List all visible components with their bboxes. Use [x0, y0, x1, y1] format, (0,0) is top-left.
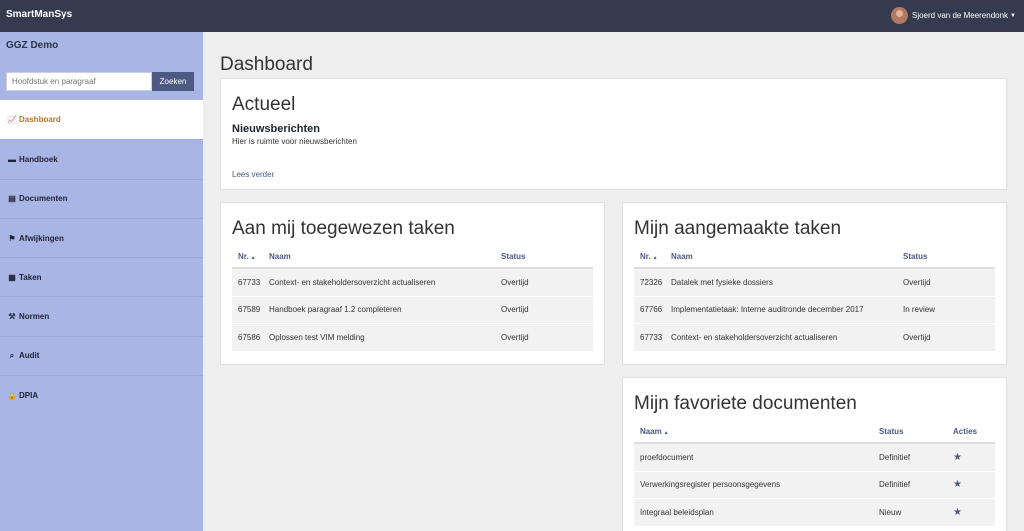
sidebar-item-dpia[interactable]: 🔒 DPIA — [0, 375, 203, 414]
favorite-documents-title: Mijn favoriete documenten — [634, 393, 857, 414]
sidebar-item-normen[interactable]: ⚒ Normen — [0, 296, 203, 335]
flag-icon: ⚑ — [8, 233, 16, 243]
sort-asc-icon: ▲ — [652, 254, 658, 261]
calendar-icon: ▦ — [8, 272, 16, 282]
actueel-title: Actueel — [232, 94, 296, 115]
sidebar-item-label: Taken — [19, 272, 42, 282]
created-tasks-card: Mijn aangemaakte taken Nr. ▲ Naam Status … — [622, 202, 1007, 365]
favorite-documents-card: Mijn favoriete documenten Naam ▲ Status A… — [622, 377, 1007, 531]
news-text: Hier is ruimte voor nieuwsberichten — [232, 137, 357, 146]
table-row[interactable]: 72326 Datalek met fysieke dossiers Overt… — [634, 269, 995, 297]
main-content: Dashboard Actueel Nieuwsberichten Hier i… — [203, 32, 1024, 531]
sidebar-item-label: Normen — [19, 312, 50, 322]
sidebar-item-label: Handboek — [19, 154, 58, 164]
search-icon: ⌕ — [9, 350, 15, 360]
column-header-naam[interactable]: Naam ▲ — [634, 427, 875, 436]
chart-line-icon: 📈 — [7, 115, 17, 125]
assigned-tasks-card: Aan mij toegewezen taken Nr. ▲ Naam Statu… — [220, 202, 605, 365]
sidebar-item-audit[interactable]: ⌕ Audit — [0, 335, 203, 375]
assigned-tasks-title: Aan mij toegewezen taken — [232, 218, 455, 239]
created-tasks-title: Mijn aangemaakte taken — [634, 218, 842, 239]
sidebar-item-afwijkingen[interactable]: ⚑ Afwijkingen — [0, 217, 203, 257]
sort-asc-icon: ▲ — [250, 254, 256, 261]
brand-logo[interactable]: SmartManSys — [6, 9, 72, 20]
column-header-status[interactable]: Status — [899, 252, 995, 261]
table-row[interactable]: 67589 Handboek paragraaf 1.2 completeren… — [232, 296, 593, 324]
sidebar-item-taken[interactable]: ▦ Taken — [0, 257, 203, 296]
document-icon: ▤ — [8, 194, 16, 204]
hammer-icon: ⚒ — [8, 312, 16, 322]
star-icon[interactable]: ★ — [953, 452, 962, 463]
user-name: Sjoerd van de Meerendonk — [911, 11, 1009, 20]
sidebar: GGZ Demo Zoeken 📈 Dashboard ▬ Handboek ▤… — [0, 32, 203, 531]
table-header: Naam ▲ Status Acties — [634, 420, 995, 444]
column-header-status[interactable]: Status — [497, 252, 593, 261]
assigned-tasks-table: Nr. ▲ Naam Status 67733 Context- en stake… — [232, 245, 593, 352]
search-button[interactable]: Zoeken — [152, 72, 194, 91]
page-title: Dashboard — [220, 54, 313, 75]
star-icon[interactable]: ★ — [953, 507, 962, 518]
table-row[interactable]: Integraal beleidsplan Nieuw ★ — [634, 499, 995, 527]
column-header-status[interactable]: Status — [875, 427, 947, 436]
column-header-acties: Acties — [953, 426, 978, 436]
avatar — [890, 7, 908, 24]
sidebar-item-documenten[interactable]: ▤ Documenten — [0, 178, 203, 218]
table-header: Nr. ▲ Naam Status — [232, 245, 593, 269]
sidebar-item-label: Afwijkingen — [19, 233, 64, 243]
sidebar-item-handboek[interactable]: ▬ Handboek — [0, 139, 203, 178]
lock-icon: 🔒 — [7, 390, 17, 400]
sidebar-item-label: DPIA — [19, 390, 39, 400]
star-icon[interactable]: ★ — [953, 479, 962, 490]
favorite-documents-table: Naam ▲ Status Acties proefdocument Defini… — [634, 420, 995, 527]
sidebar-item-label: Audit — [19, 351, 40, 361]
created-tasks-table: Nr. ▲ Naam Status 72326 Datalek met fysie… — [634, 245, 995, 352]
table-header: Nr. ▲ Naam Status — [634, 245, 995, 269]
table-row[interactable]: 67586 Oplossen test VIM melding Overtijd — [232, 324, 593, 352]
user-menu[interactable]: Sjoerd van de Meerendonk ▼ — [890, 7, 1016, 24]
top-navbar: SmartManSys Sjoerd van de Meerendonk ▼ — [0, 0, 1024, 32]
table-row[interactable]: 67766 Implementatietaak: Interne auditro… — [634, 296, 995, 324]
actueel-card: Actueel Nieuwsberichten Hier is ruimte v… — [220, 78, 1007, 190]
caret-down-icon: ▼ — [1010, 12, 1016, 19]
table-row[interactable]: 67733 Context- en stakeholdersoverzicht … — [634, 324, 995, 352]
column-header-nr[interactable]: Nr. ▲ — [232, 252, 269, 261]
column-header-nr[interactable]: Nr. ▲ — [634, 252, 671, 261]
sidebar-item-label: Documenten — [19, 194, 68, 204]
sidebar-search: Zoeken — [6, 72, 194, 91]
table-row[interactable]: proefdocument Definitief ★ — [634, 444, 995, 472]
sort-asc-icon: ▲ — [663, 429, 669, 436]
table-row[interactable]: Verwerkingsregister persoonsgegevens Def… — [634, 471, 995, 499]
sidebar-item-dashboard[interactable]: 📈 Dashboard — [0, 100, 203, 140]
news-heading: Nieuwsberichten — [232, 123, 321, 135]
table-row[interactable]: 67733 Context- en stakeholdersoverzicht … — [232, 269, 593, 297]
read-more-link[interactable]: Lees verder — [232, 170, 274, 179]
column-header-naam[interactable]: Naam — [671, 252, 899, 261]
book-icon: ▬ — [8, 154, 16, 164]
search-input[interactable] — [6, 72, 152, 91]
column-header-naam[interactable]: Naam — [269, 252, 497, 261]
sidebar-item-label: Dashboard — [19, 115, 61, 125]
